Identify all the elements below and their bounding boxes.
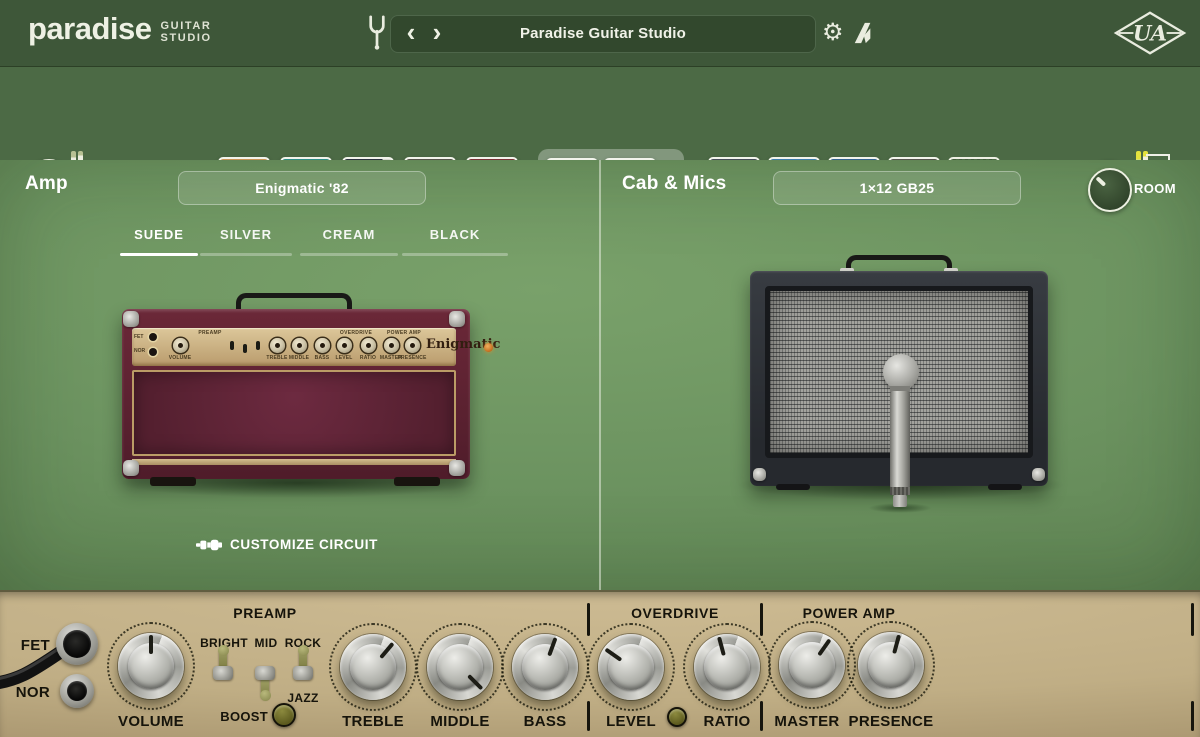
head-fet-jack xyxy=(149,333,157,341)
signal-chain-toolbar: IN GATE xyxy=(0,67,1200,161)
amp-head-panel: FET NOR PREAMP OVERDRIVE POWER AMP VOLUM… xyxy=(132,328,456,366)
master-knob[interactable] xyxy=(779,632,845,698)
head-presence-knob xyxy=(405,338,420,353)
ratio-knob[interactable] xyxy=(694,634,760,700)
amp-model-selector[interactable]: Enigmatic '82 xyxy=(178,171,426,205)
header-bar: paradise GUITAR STUDIO ‹ › Paradise Guit… xyxy=(0,0,1200,67)
tuner-icon[interactable] xyxy=(366,15,388,51)
head-bass-knob xyxy=(315,338,330,353)
volume-knob[interactable] xyxy=(118,633,184,699)
nor-input-label: NOR xyxy=(10,684,50,701)
plugin-window: paradise GUITAR STUDIO ‹ › Paradise Guit… xyxy=(0,0,1200,737)
tab-cream[interactable]: CREAM xyxy=(300,226,398,256)
head-treble-knob xyxy=(270,338,285,353)
nor-input-jack[interactable] xyxy=(60,674,94,708)
brand-logo: paradise GUITAR STUDIO xyxy=(28,12,212,46)
microphone[interactable] xyxy=(883,354,919,390)
fet-input-label: FET xyxy=(10,637,50,654)
fet-input-jack[interactable] xyxy=(56,623,98,665)
poweramp-section-label: POWER AMP xyxy=(789,605,909,621)
tab-black[interactable]: BLACK xyxy=(402,226,508,256)
tab-suede[interactable]: SUEDE xyxy=(120,226,198,256)
amp-trim xyxy=(132,459,456,465)
presence-knob[interactable] xyxy=(858,632,924,698)
ua-logo: UA xyxy=(1112,10,1188,56)
limit-link-line xyxy=(1146,154,1170,156)
settings-gear-icon[interactable]: ⚙ xyxy=(822,19,844,47)
amp-grille xyxy=(132,370,456,456)
room-knob[interactable] xyxy=(1088,168,1132,212)
head-nor-jack xyxy=(149,348,157,356)
preset-title[interactable]: Paradise Guitar Studio xyxy=(391,16,815,52)
middle-knob[interactable] xyxy=(427,634,493,700)
preset-bar[interactable]: ‹ › Paradise Guitar Studio xyxy=(390,15,816,53)
circuit-component-icon xyxy=(196,538,222,552)
bass-knob[interactable] xyxy=(512,634,578,700)
boost-button[interactable] xyxy=(272,703,296,727)
bright-toggle[interactable] xyxy=(212,647,234,699)
boost-label: BOOST xyxy=(212,709,268,724)
head-master-knob xyxy=(384,338,399,353)
main-area: Amp Enigmatic '82 SUEDE SILVER CREAM BLA… xyxy=(0,160,1200,590)
panel-divider xyxy=(599,160,601,590)
brand-name: paradise xyxy=(28,12,152,46)
head-level-knob xyxy=(337,338,352,353)
cab-model-selector[interactable]: 1×12 GB25 xyxy=(773,171,1021,205)
level-knob[interactable] xyxy=(598,634,664,700)
overdrive-section-label: OVERDRIVE xyxy=(615,605,735,621)
tab-silver[interactable]: SILVER xyxy=(200,226,292,256)
luna-icon[interactable] xyxy=(852,20,874,46)
head-badge: Enigmatic xyxy=(426,338,484,352)
customize-circuit-button[interactable]: CUSTOMIZE CIRCUIT xyxy=(196,537,378,552)
amp-section-title: Amp xyxy=(25,173,68,195)
cab-section-title: Cab & Mics xyxy=(622,173,726,195)
svg-text:UA: UA xyxy=(1133,20,1167,45)
head-ratio-knob xyxy=(361,338,376,353)
brand-subtitle: GUITAR STUDIO xyxy=(161,20,212,44)
head-middle-knob xyxy=(292,338,307,353)
mid-toggle[interactable] xyxy=(254,647,276,699)
preamp-section-label: PREAMP xyxy=(205,605,325,621)
head-volume-knob xyxy=(173,338,188,353)
room-label: ROOM xyxy=(1134,181,1176,196)
head-power-led xyxy=(484,343,493,352)
amp-control-panel: FET NOR VOLUME PREAMP BRIGHT MID ROCK JA… xyxy=(0,590,1200,737)
treble-knob[interactable] xyxy=(340,634,406,700)
